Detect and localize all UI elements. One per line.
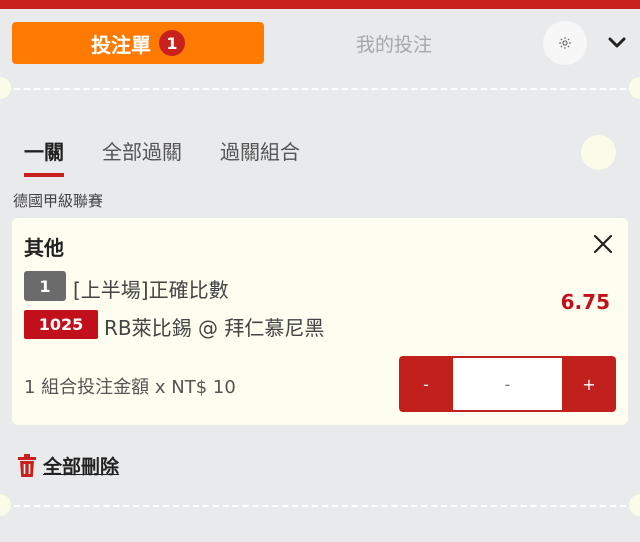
top-accent-bar xyxy=(0,0,640,9)
delete-all-label: 全部刪除 xyxy=(43,456,120,478)
ticket-divider xyxy=(14,88,626,90)
market-name: [上半場]正確比數 xyxy=(73,278,229,302)
close-icon[interactable] xyxy=(592,233,614,255)
tab-bet-slip[interactable]: 投注單 1 xyxy=(12,22,264,64)
ticket-divider-bottom xyxy=(14,505,626,507)
stake-stepper: - + xyxy=(399,356,616,412)
settings-button[interactable] xyxy=(543,21,587,65)
tab-all-parlay[interactable]: 全部過關 xyxy=(102,136,182,177)
ticket-notch-left-bottom xyxy=(0,494,11,516)
stake-label: 1 組合投注金額 x NT$ 10 xyxy=(24,377,236,398)
gear-icon xyxy=(559,37,571,49)
tab-my-bets[interactable]: 我的投注 xyxy=(264,22,524,64)
delete-all-button[interactable]: 全部刪除 xyxy=(17,452,119,479)
bet-title: 其他 xyxy=(24,236,64,260)
ticket-notch-left xyxy=(0,77,11,99)
match-name: RB萊比錫 @ 拜仁慕尼黑 xyxy=(104,316,325,340)
match-code-chip: 1025 xyxy=(24,310,98,339)
tab-bet-slip-label: 投注單 xyxy=(91,32,151,57)
odds-value: 6.75 xyxy=(560,290,610,314)
market-number-chip: 1 xyxy=(24,271,66,301)
stake-input[interactable] xyxy=(453,358,562,410)
ticket-notch-right-bottom xyxy=(629,494,640,516)
tab-single[interactable]: 一關 xyxy=(24,136,64,177)
trash-icon xyxy=(18,453,36,477)
ticket-notch-right xyxy=(629,77,640,99)
toggle-circle[interactable] xyxy=(581,135,616,170)
tab-parlay-combo[interactable]: 過關組合 xyxy=(220,136,300,177)
league-name: 德國甲級聯賽 xyxy=(13,192,104,210)
increase-button[interactable]: + xyxy=(562,356,616,412)
bet-count-badge: 1 xyxy=(159,30,185,56)
chevron-down-icon[interactable] xyxy=(605,33,629,53)
decrease-button[interactable]: - xyxy=(399,356,453,412)
bet-type-tabs: 一關 全部過關 過關組合 xyxy=(24,136,338,177)
bet-card: 其他 1 [上半場]正確比數 1025 RB萊比錫 @ 拜仁慕尼黑 6.75 1… xyxy=(12,218,628,425)
